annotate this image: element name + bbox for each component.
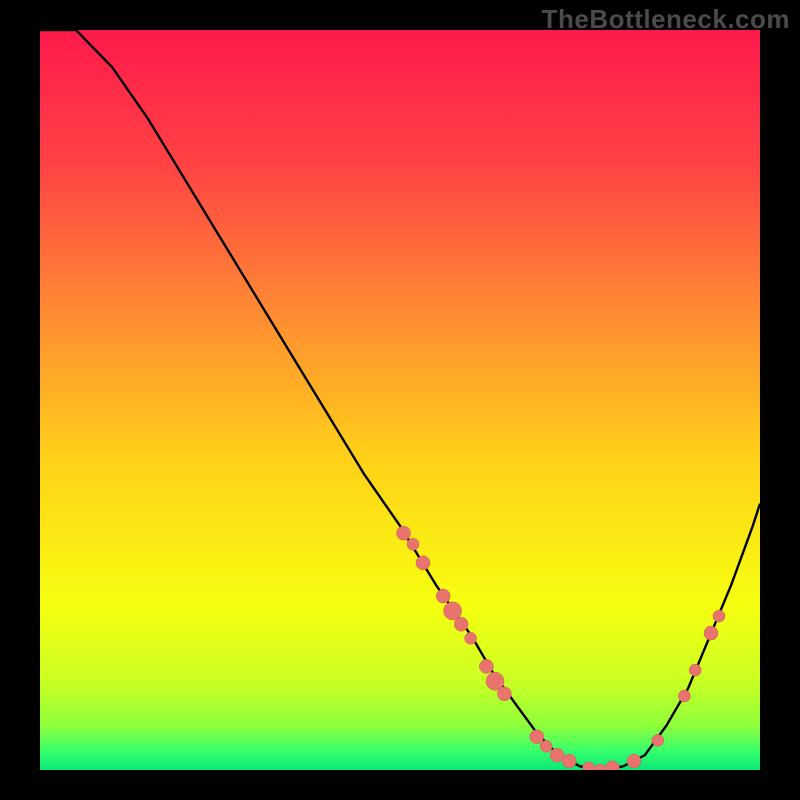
- data-marker: [562, 754, 576, 768]
- data-marker: [497, 687, 511, 701]
- plot-area: [40, 30, 760, 770]
- data-marker: [704, 626, 718, 640]
- data-marker: [678, 690, 690, 702]
- data-marker: [436, 589, 450, 603]
- plot-svg: [40, 30, 760, 770]
- watermark-text: TheBottleneck.com: [542, 4, 790, 35]
- data-marker: [652, 734, 664, 746]
- data-marker: [627, 754, 641, 768]
- data-marker: [479, 659, 493, 673]
- data-marker: [416, 556, 430, 570]
- data-marker: [444, 602, 462, 620]
- gradient-background: [40, 30, 760, 770]
- data-marker: [689, 664, 701, 676]
- data-marker: [713, 610, 725, 622]
- data-marker: [407, 538, 419, 550]
- chart-frame: TheBottleneck.com: [0, 0, 800, 800]
- data-marker: [465, 632, 477, 644]
- data-marker: [454, 617, 468, 631]
- data-marker: [397, 526, 411, 540]
- data-marker: [550, 748, 564, 762]
- data-marker: [540, 740, 552, 752]
- data-marker: [530, 730, 544, 744]
